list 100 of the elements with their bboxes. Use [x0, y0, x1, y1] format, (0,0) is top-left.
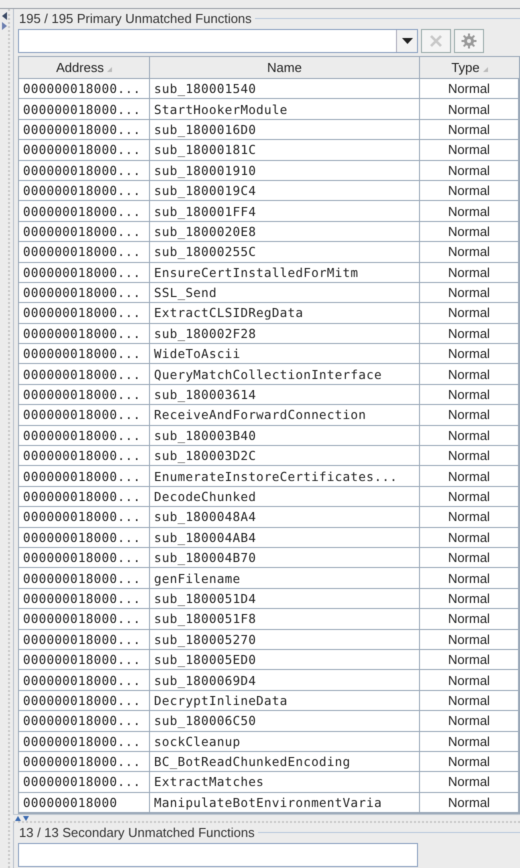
- table-cell: Normal: [420, 568, 519, 588]
- table-cell: sub_1800048A4: [150, 507, 420, 527]
- table-cell: SSL_Send: [150, 282, 420, 302]
- table-cell: ManipulateBotEnvironmentVaria: [150, 792, 420, 812]
- table-cell: sub_1800020E8: [150, 222, 420, 242]
- table-cell: 000000018000...: [19, 201, 150, 221]
- table-cell: sub_180002F28: [150, 324, 420, 344]
- table-cell: Normal: [420, 732, 519, 751]
- table-cell: StartHookerModule: [150, 99, 420, 119]
- table-cell: 000000018000...: [19, 324, 150, 344]
- table-cell: Normal: [420, 792, 519, 812]
- table-cell: Normal: [420, 609, 519, 629]
- table-cell: Normal: [420, 384, 519, 404]
- table-cell: ReceiveAndForwardConnection: [150, 405, 420, 425]
- table-cell: Normal: [420, 772, 519, 792]
- table-cell: 000000018000...: [19, 466, 150, 486]
- table-cell: 000000018000...: [19, 303, 150, 323]
- table-cell: ExtractMatches: [150, 772, 420, 792]
- table-cell: Normal: [420, 262, 519, 282]
- table-cell: sub_180004B70: [150, 548, 420, 568]
- table-cell: sub_180001540: [150, 79, 420, 98]
- column-header[interactable]: Name: [150, 57, 420, 78]
- table-cell: Normal: [420, 752, 519, 772]
- table-cell: Normal: [420, 548, 519, 568]
- table-cell: Normal: [420, 650, 519, 670]
- table-cell: 000000018000...: [19, 528, 150, 547]
- table-cell: Normal: [420, 588, 519, 608]
- table-cell: Normal: [420, 711, 519, 730]
- table-cell: sub_18000181C: [150, 140, 420, 160]
- table-cell: 000000018000...: [19, 384, 150, 404]
- table-cell: Normal: [420, 120, 519, 140]
- table-cell: DecryptInlineData: [150, 690, 420, 710]
- table-cell: 000000018000...: [19, 120, 150, 140]
- column-header[interactable]: Type: [420, 57, 519, 78]
- table-cell: 000000018000...: [19, 732, 150, 751]
- table-cell: Normal: [420, 364, 519, 384]
- table-cell: sub_1800016D0: [150, 120, 420, 140]
- table-cell: sub_180003614: [150, 384, 420, 404]
- table-cell: 000000018000...: [19, 282, 150, 302]
- table-cell: sub_180004AB4: [150, 528, 420, 547]
- table-cell: Normal: [420, 99, 519, 119]
- table-cell: 000000018000: [19, 792, 150, 812]
- table-cell: sub_180003D2C: [150, 446, 420, 466]
- column-header[interactable]: Address: [19, 57, 150, 78]
- table-cell: 000000018000...: [19, 772, 150, 792]
- table-cell: sub_180003B40: [150, 426, 420, 446]
- table-cell: sub_180001FF4: [150, 201, 420, 221]
- table-cell: 000000018000...: [19, 262, 150, 282]
- panel-title: 13 / 13 Secondary Unmatched Functions: [18, 824, 255, 840]
- table-cell: ExtractCLSIDRegData: [150, 303, 420, 323]
- table-cell: 000000018000...: [19, 711, 150, 730]
- table-cell: Normal: [420, 446, 519, 466]
- table-cell: Normal: [420, 303, 519, 323]
- table-cell: Normal: [420, 282, 519, 302]
- table-cell: QueryMatchCollectionInterface: [150, 364, 420, 384]
- table-cell: WideToAscii: [150, 344, 420, 364]
- table-cell: Normal: [420, 344, 519, 364]
- table-cell: Normal: [420, 180, 519, 200]
- table-cell: 000000018000...: [19, 99, 150, 119]
- table-cell: EnsureCertInstalledForMitm: [150, 262, 420, 282]
- table-cell: sub_1800069D4: [150, 670, 420, 690]
- table-cell: Normal: [420, 690, 519, 710]
- table-cell: 000000018000...: [19, 486, 150, 506]
- table-cell: 000000018000...: [19, 222, 150, 242]
- table-cell: Normal: [420, 466, 519, 486]
- table-cell: 000000018000...: [19, 752, 150, 772]
- table-cell: 000000018000...: [19, 507, 150, 527]
- table-cell: 000000018000...: [19, 426, 150, 446]
- table-cell: Normal: [420, 79, 519, 98]
- table-cell: Normal: [420, 324, 519, 344]
- table-cell: 000000018000...: [19, 548, 150, 568]
- table-cell: 000000018000...: [19, 344, 150, 364]
- table-cell: Normal: [420, 670, 519, 690]
- table-cell: BC_BotReadChunkedEncoding: [150, 752, 420, 772]
- table-cell: sub_1800019C4: [150, 180, 420, 200]
- table-cell: 000000018000...: [19, 588, 150, 608]
- table-cell: 000000018000...: [19, 690, 150, 710]
- table-cell: sub_18000255C: [150, 242, 420, 262]
- table-cell: 000000018000...: [19, 446, 150, 466]
- table-cell: 000000018000...: [19, 180, 150, 200]
- table-cell: sub_180005270: [150, 630, 420, 649]
- table-cell: 000000018000...: [19, 568, 150, 588]
- table-cell: sub_180006C50: [150, 711, 420, 730]
- table-cell: 000000018000...: [19, 160, 150, 180]
- table-cell: 000000018000...: [19, 650, 150, 670]
- table-cell: 000000018000...: [19, 630, 150, 649]
- table-cell: Normal: [420, 630, 519, 649]
- table-cell: Normal: [420, 140, 519, 160]
- table-cell: Normal: [420, 201, 519, 221]
- table-cell: Normal: [420, 160, 519, 180]
- table-cell: 000000018000...: [19, 140, 150, 160]
- table-cell: DecodeChunked: [150, 486, 420, 506]
- table-cell: Normal: [420, 405, 519, 425]
- table-cell: 000000018000...: [19, 242, 150, 262]
- table-cell: sub_180001910: [150, 160, 420, 180]
- table-cell: sub_180005ED0: [150, 650, 420, 670]
- table-cell: 000000018000...: [19, 609, 150, 629]
- table-cell: EnumerateInstoreCertificates...: [150, 466, 420, 486]
- table-cell: sub_1800051F8: [150, 609, 420, 629]
- table-cell: 000000018000...: [19, 670, 150, 690]
